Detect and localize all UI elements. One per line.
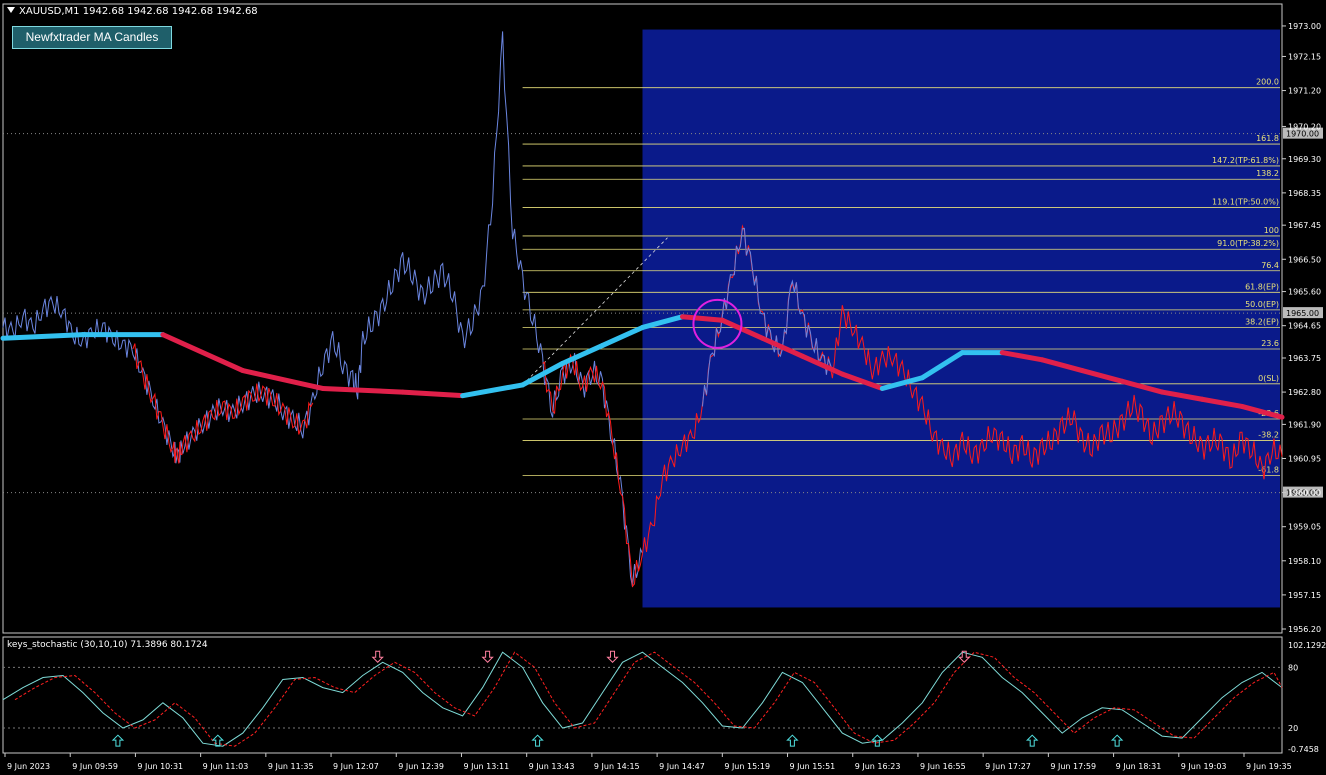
- price-series-bear-mid: [542, 353, 643, 588]
- y-tick-label: 1960.95: [1288, 454, 1321, 463]
- ma-band-segment: [520, 360, 566, 388]
- arrow-up-icon: [111, 734, 125, 747]
- fib-level-label: 0(SL): [1258, 374, 1279, 383]
- symbol-header: XAUUSD,M1 1942.68 1942.68 1942.68 1942.6…: [7, 6, 258, 17]
- ma-band-segment: [560, 342, 606, 366]
- arrow-up-icon: [531, 734, 544, 747]
- arrow-up-icon: [1110, 734, 1124, 747]
- y-tick-label: 1968.35: [1288, 189, 1321, 198]
- stoch-tick-label: 80: [1288, 663, 1298, 672]
- fib-level-label: -38.2: [1258, 431, 1279, 440]
- ma-band-segment: [320, 385, 406, 395]
- price-label: 1965.00: [1286, 309, 1319, 318]
- x-tick-label: 9 Jun 15:51: [790, 762, 836, 771]
- fib-level-label: 61.8(EP): [1245, 282, 1279, 291]
- arrow-up-icon: [1025, 734, 1039, 747]
- x-tick-label: 9 Jun 2023: [7, 762, 50, 771]
- fib-level-label: 91.0(TP:38.2%): [1217, 239, 1279, 248]
- fib-level-label: 147.2(TP:61.8%): [1212, 156, 1279, 165]
- y-tick-label: 1965.60: [1288, 288, 1321, 297]
- x-tick-label: 9 Jun 15:19: [724, 762, 770, 771]
- fib-level-label: 119.1(TP:50.0%): [1212, 198, 1279, 207]
- y-tick-label: 1972.15: [1288, 52, 1321, 61]
- ma-band-segment: [160, 332, 246, 374]
- highlight-box: [642, 29, 1280, 608]
- ma-candles-button[interactable]: Newfxtrader MA Candles: [12, 26, 172, 49]
- stoch-tick-label: -0.7458: [1288, 745, 1319, 754]
- indicator-pane-border: [2, 636, 1283, 754]
- x-tick-label: 9 Jun 13:43: [529, 762, 575, 771]
- fib-level-label: 138.2: [1256, 169, 1279, 178]
- y-tick-label: 1970.20: [1288, 122, 1321, 131]
- x-tick-label: 9 Jun 14:47: [659, 762, 705, 771]
- fib-level-label: 23.6: [1261, 339, 1279, 348]
- arrow-down-icon: [606, 650, 619, 663]
- x-tick-label: 9 Jun 10:31: [137, 762, 183, 771]
- x-tick-label: 9 Jun 17:59: [1050, 762, 1096, 771]
- x-tick-label: 9 Jun 18:31: [1116, 762, 1162, 771]
- y-tick-label: 1961.90: [1288, 420, 1321, 429]
- x-tick-label: 9 Jun 12:07: [333, 762, 379, 771]
- dropdown-triangle-icon[interactable]: [7, 7, 15, 13]
- symbol-info: XAUUSD,M1 1942.68 1942.68 1942.68 1942.6…: [19, 6, 258, 17]
- stoch-main-line: [2, 651, 1283, 747]
- x-tick-label: 9 Jun 12:39: [398, 762, 444, 771]
- y-tick-label: 1960.00: [1288, 489, 1321, 498]
- y-tick-label: 1958.10: [1288, 557, 1321, 566]
- stoch-signal-line: [14, 651, 1283, 747]
- y-tick-label: 1967.45: [1288, 221, 1321, 230]
- fib-level-label: 50.0(EP): [1245, 300, 1279, 309]
- x-tick-label: 9 Jun 16:55: [920, 762, 966, 771]
- price-series-bull: [2, 31, 643, 587]
- x-tick-label: 9 Jun 11:35: [268, 762, 314, 771]
- y-tick-label: 1964.65: [1288, 322, 1321, 331]
- fib-level-label: 38.2(EP): [1245, 317, 1279, 326]
- fib-level-label: -61.8: [1258, 465, 1279, 474]
- x-tick-label: 9 Jun 17:27: [985, 762, 1031, 771]
- y-tick-label: 1966.50: [1288, 255, 1321, 264]
- stoch-tick-label: 20: [1288, 724, 1298, 733]
- y-tick-label: 1956.20: [1288, 625, 1321, 634]
- ma-band-segment: [460, 382, 526, 399]
- indicator-title: keys_stochastic (30,10,10) 71.3896 80.17…: [7, 640, 208, 650]
- x-tick-label: 9 Jun 19:03: [1181, 762, 1227, 771]
- x-tick-label: 9 Jun 16:23: [855, 762, 901, 771]
- arrow-down-icon: [481, 650, 494, 663]
- stoch-tick-label: 102.1292: [1288, 641, 1326, 650]
- y-tick-label: 1962.80: [1288, 388, 1321, 397]
- fib-level-label: 100: [1264, 226, 1279, 235]
- y-tick-label: 1971.20: [1288, 87, 1321, 96]
- y-tick-label: 1969.30: [1288, 155, 1321, 164]
- arrow-up-icon: [786, 734, 799, 747]
- x-tick-label: 9 Jun 14:15: [594, 762, 640, 771]
- ma-band-segment: [400, 389, 466, 399]
- x-tick-label: 9 Jun 19:35: [1246, 762, 1292, 771]
- y-tick-label: 1957.15: [1288, 591, 1321, 600]
- x-tick-label: 9 Jun 13:11: [463, 762, 509, 771]
- ma-band-segment: [600, 324, 645, 348]
- y-tick-label: 1959.05: [1288, 523, 1321, 532]
- y-tick-label: 1963.75: [1288, 354, 1321, 363]
- ma-band-segment: [240, 368, 326, 391]
- arrow-down-icon: [371, 650, 384, 663]
- fib-level-label: 161.8: [1256, 134, 1279, 143]
- trading-chart[interactable]: 1970.001965.001960.00200.0161.8147.2(TP:…: [0, 0, 1326, 775]
- y-tick-label: 1973.00: [1288, 22, 1321, 31]
- fib-level-label: 200.0: [1256, 78, 1279, 87]
- x-tick-label: 9 Jun 09:59: [72, 762, 118, 771]
- x-tick-label: 9 Jun 11:03: [203, 762, 249, 771]
- fib-level-label: 76.4: [1261, 261, 1279, 270]
